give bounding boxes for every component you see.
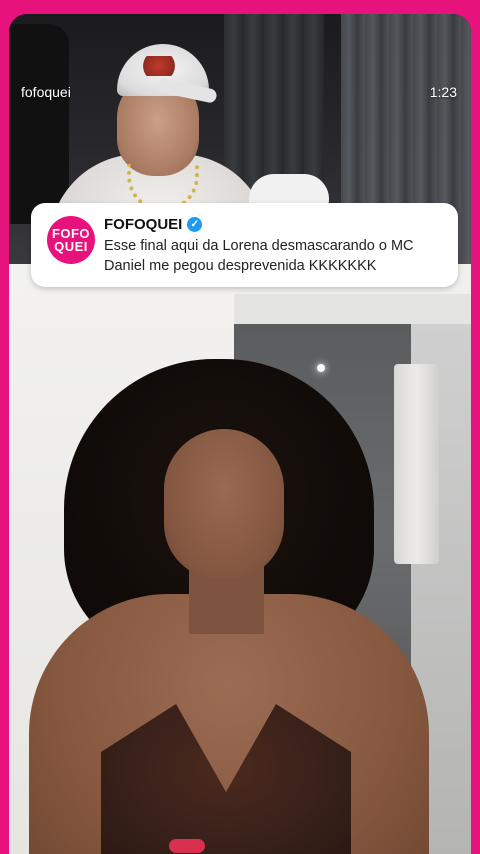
bottom-video-clip[interactable] [9,264,471,854]
verified-badge-icon: ✓ [187,217,203,232]
tweet-header: FOFOQUEI ✓ [104,216,203,233]
story-screen[interactable]: fofoquei 1:23 FOFO QUEI FOFOQUEI ✓ Esse … [9,14,471,854]
woman-face [164,429,284,579]
woman-nails [169,839,205,853]
tweet-avatar[interactable]: FOFO QUEI [47,216,95,264]
tweet-card[interactable]: FOFO QUEI FOFOQUEI ✓ Esse final aqui da … [31,203,458,287]
tweet-text: Esse final aqui da Lorena desmascarando … [104,238,414,274]
towel [394,364,439,564]
story-frame: fofoquei 1:23 FOFO QUEI FOFOQUEI ✓ Esse … [0,0,480,854]
video-timer: 1:23 [429,84,457,100]
door-frame [234,294,471,324]
cap-logo [139,56,179,76]
username-label[interactable]: fofoquei [21,84,71,100]
ceiling-light [317,364,325,372]
avatar-text-bottom: QUEI [54,239,88,254]
car-seat [9,24,69,224]
tweet-author-name[interactable]: FOFOQUEI [104,216,182,233]
